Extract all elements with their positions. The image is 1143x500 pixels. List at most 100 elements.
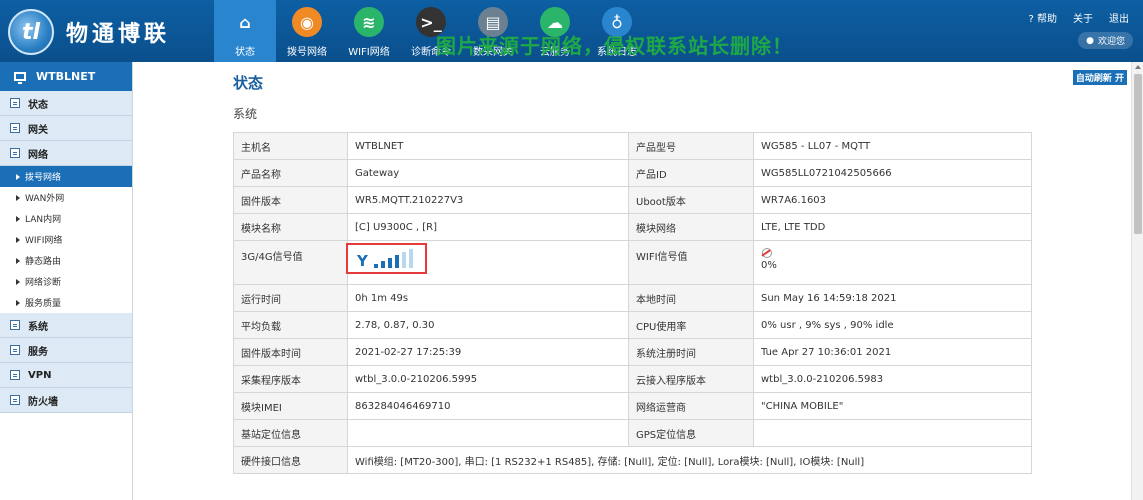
hostname-label: 主机名 <box>233 132 348 160</box>
wifi-signal-value: 0% <box>753 240 1032 285</box>
signal-value: Y <box>346 240 629 285</box>
list-icon <box>10 123 20 133</box>
sidebar-section[interactable]: VPN <box>0 363 132 388</box>
sidebar-section[interactable]: 网关 <box>0 116 132 141</box>
sidebar-section[interactable]: 状态 <box>0 91 132 116</box>
model-label: 产品型号 <box>628 132 754 160</box>
collector-value: wtbl_3.0.0-210206.5995 <box>347 365 629 393</box>
sidebar-section-label: 服务 <box>28 346 48 358</box>
operator-value: "CHINA MOBILE" <box>753 392 1032 420</box>
list-icon <box>10 148 20 158</box>
firmware-label: 固件版本 <box>233 186 348 214</box>
uboot-label: Uboot版本 <box>628 186 754 214</box>
collector-label: 采集程序版本 <box>233 365 348 393</box>
sidebar-subitem[interactable]: 服务质量 <box>0 292 132 313</box>
caret-right-icon <box>16 278 20 285</box>
nav-item[interactable]: ⌂ 状态 <box>214 0 276 62</box>
firmware-value: WR5.MQTT.210227V3 <box>347 186 629 214</box>
sidebar-section[interactable]: 网络 <box>0 141 132 166</box>
sidebar-section[interactable]: 防火墙 <box>0 388 132 413</box>
top-header: tl 物通博联 ⌂ 状态 ◉ 拨号网络 ≋ WIFI网络 >_ 诊断命令 ▤ 数采网关 ☁ 云服务 ♁ 系… <box>0 0 1143 62</box>
caret-right-icon <box>16 194 20 201</box>
sidebar-subitem[interactable]: 拨号网络 <box>0 166 132 187</box>
sidebar-section[interactable]: 系统 <box>0 313 132 338</box>
scroll-up-arrow-icon[interactable] <box>1135 65 1141 69</box>
logo: tl 物通博联 <box>8 8 213 56</box>
signal-strength-indicator: Y <box>346 243 427 274</box>
reg-time-value: Tue Apr 27 10:36:01 2021 <box>753 338 1032 366</box>
cloud-value: wtbl_3.0.0-210206.5983 <box>753 365 1032 393</box>
table-row: 硬件接口信息 Wifi模组: [MT20-300], 串口: [1 RS232+… <box>233 446 1032 474</box>
sidebar-subitem[interactable]: WIFI网络 <box>0 229 132 250</box>
hardware-label: 硬件接口信息 <box>233 446 348 474</box>
product-name-label: 产品名称 <box>233 159 348 187</box>
table-row: 固件版本 WR5.MQTT.210227V3 Uboot版本 WR7A6.160… <box>233 186 1032 214</box>
table-row: 3G/4G信号值 Y WIFI信号值 0% <box>233 240 1032 285</box>
sidebar-subitem-label: 网络诊断 <box>25 278 62 288</box>
fw-time-label: 固件版本时间 <box>233 338 348 366</box>
sidebar-title-label: WTBLNET <box>36 70 96 83</box>
sidebar-subitem-label: 服务质量 <box>25 299 62 309</box>
nav-item-label: 状态 <box>235 47 255 58</box>
vertical-scrollbar[interactable] <box>1131 62 1143 500</box>
nav-item[interactable]: ◉ 拨号网络 <box>276 0 338 62</box>
cpu-label: CPU使用率 <box>628 311 754 339</box>
sidebar-section-label: VPN <box>28 369 52 381</box>
signal-bar <box>401 252 406 268</box>
sidebar-subitem-label: WIFI网络 <box>25 236 63 246</box>
user-button[interactable]: ● 欢迎您 <box>1078 32 1133 49</box>
table-row: 模块名称 [C] U9300C , [R] 模块网络 LTE, LTE TDD <box>233 213 1032 241</box>
sidebar-subitem-label: 拨号网络 <box>25 173 62 183</box>
wifi-signal-percent: 0% <box>761 260 777 271</box>
sidebar-subitem-label: LAN内网 <box>25 215 62 225</box>
sidebar-subitem[interactable]: WAN外网 <box>0 187 132 208</box>
signal-bar <box>408 249 413 268</box>
uptime-value: 0h 1m 49s <box>347 284 629 312</box>
signal-bar <box>387 258 392 268</box>
gps-label: GPS定位信息 <box>628 419 754 447</box>
fw-time-value: 2021-02-27 17:25:39 <box>347 338 629 366</box>
sidebar-subitem[interactable]: 网络诊断 <box>0 271 132 292</box>
signal-bar <box>394 255 399 268</box>
scroll-thumb[interactable] <box>1134 74 1142 234</box>
sidebar-subitem[interactable]: LAN内网 <box>0 208 132 229</box>
logo-text: 物通博联 <box>66 22 171 47</box>
list-icon <box>10 98 20 108</box>
wifi-signal-label: WIFI信号值 <box>628 240 754 285</box>
top-links: ? 帮助 关于 退出 <box>1029 10 1130 25</box>
caret-right-icon <box>16 215 20 222</box>
logout-link[interactable]: 退出 <box>1109 10 1129 25</box>
sidebar-section[interactable]: 服务 <box>0 338 132 363</box>
monitor-icon <box>14 72 26 84</box>
table-row: 主机名 WTBLNET 产品型号 WG585 - LL07 - MQTT <box>233 132 1032 160</box>
nav-item-label: WIFI网络 <box>348 47 390 58</box>
list-icon <box>10 395 20 405</box>
help-link[interactable]: ? 帮助 <box>1029 10 1058 25</box>
hostname-value: WTBLNET <box>347 132 629 160</box>
operator-label: 网络运营商 <box>628 392 754 420</box>
wifi-off-icon <box>761 248 772 258</box>
nav-item-label: 拨号网络 <box>287 47 327 58</box>
caret-right-icon <box>16 173 20 180</box>
table-row: 固件版本时间 2021-02-27 17:25:39 系统注册时间 Tue Ap… <box>233 338 1032 366</box>
sidebar-subitem[interactable]: 静态路由 <box>0 250 132 271</box>
nav-item[interactable]: ≋ WIFI网络 <box>338 0 400 62</box>
product-id-value: WG585LL0721042505666 <box>753 159 1032 187</box>
watermark-text: 图片来源于网络，侵权联系站长删除！ <box>436 34 793 58</box>
list-icon <box>10 320 20 330</box>
user-label: 欢迎您 <box>1097 37 1125 47</box>
list-icon <box>10 345 20 355</box>
system-info-table: 主机名 WTBLNET 产品型号 WG585 - LL07 - MQTT 产品名… <box>233 132 1032 474</box>
sidebar-section-label: 状态 <box>28 99 48 111</box>
module-label: 模块名称 <box>233 213 348 241</box>
user-icon: ● <box>1086 35 1094 46</box>
sidebar: WTBLNET 状态网关网络 拨号网络 WAN外网 LAN内网 WIFI网络静态路由网… <box>0 62 133 500</box>
dialup-icon: ◉ <box>292 7 322 37</box>
sidebar-section-label: 网关 <box>28 124 48 136</box>
load-label: 平均负载 <box>233 311 348 339</box>
cloud-label: 云接入程序版本 <box>628 365 754 393</box>
caret-right-icon <box>16 257 20 264</box>
about-link[interactable]: 关于 <box>1073 10 1093 25</box>
auto-refresh-toggle[interactable]: 自动刷新 开 <box>1072 70 1127 85</box>
table-row: 产品名称 Gateway 产品ID WG585LL0721042505666 <box>233 159 1032 187</box>
